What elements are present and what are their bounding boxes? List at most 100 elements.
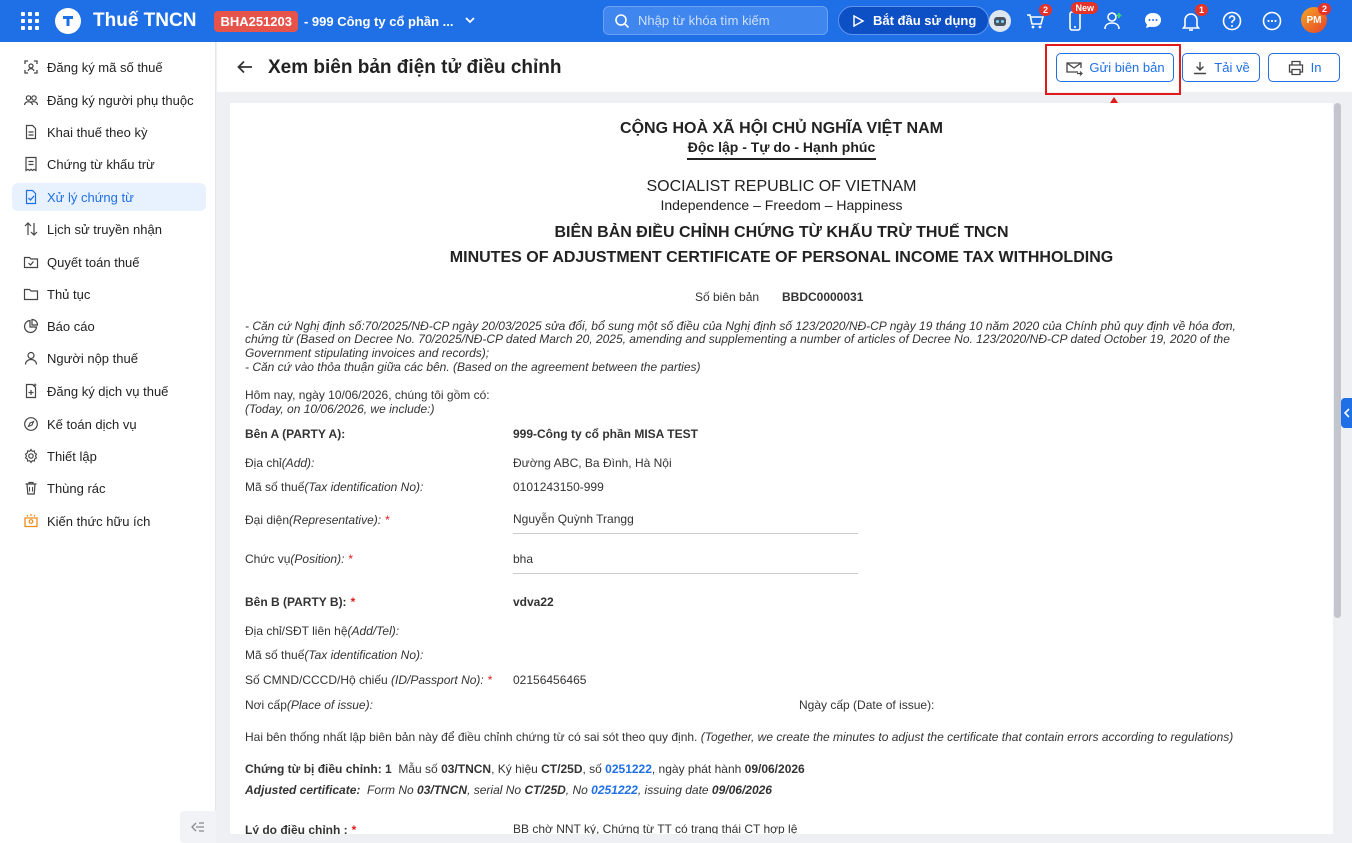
search-input[interactable] bbox=[638, 13, 818, 28]
basis-line-3: Government stipulating invoices and reco… bbox=[245, 346, 490, 360]
adjusted-certificate-vn: Chứng từ bị điều chỉnh: 1 Mẫu số 03/TNCN… bbox=[245, 762, 805, 776]
chevron-down-icon[interactable] bbox=[464, 14, 476, 29]
page-title: Xem biên bản điện tử điều chỉnh bbox=[268, 57, 562, 78]
minutes-document: CỘNG HOÀ XÃ HỘI CHỦ NGHĨA VIỆT NAM Độc l… bbox=[230, 103, 1333, 834]
receipt-icon bbox=[25, 156, 37, 172]
more-icon[interactable] bbox=[1259, 8, 1285, 34]
start-using-button[interactable]: Bắt đầu sử dụng bbox=[838, 6, 990, 35]
party-b-name: vdva22 bbox=[513, 595, 554, 609]
search-icon bbox=[615, 13, 630, 28]
expand-panel-chevron-left-icon[interactable] bbox=[1341, 398, 1352, 428]
party-b-tax-label: Mã số thuế(Tax identification No): bbox=[245, 648, 424, 662]
today-en: (Today, on 10/06/2026, we include:) bbox=[245, 402, 435, 416]
sidebar-item-register-dependents[interactable]: Đăng ký người phụ thuộc bbox=[12, 86, 206, 114]
sidebar-item-tax-finalization[interactable]: Quyết toán thuế bbox=[12, 248, 206, 276]
sidebar-item-label: Đăng ký người phụ thuộc bbox=[47, 92, 194, 108]
sidebar-item-service-accounting[interactable]: Kế toán dịch vụ bbox=[12, 410, 206, 438]
sidebar-item-label: Kiến thức hữu ích bbox=[47, 513, 151, 529]
sidebar-item-trash[interactable]: Thùng rác bbox=[12, 474, 206, 502]
sidebar-item-withholding-certificates[interactable]: Chứng từ khấu trừ bbox=[12, 150, 206, 178]
sidebar-item-process-certificates[interactable]: Xử lý chứng từ bbox=[12, 183, 206, 211]
document-icon bbox=[25, 124, 37, 140]
robot-assistant-icon[interactable] bbox=[987, 8, 1013, 34]
collapse-sidebar-icon[interactable] bbox=[180, 811, 216, 843]
sidebar-item-periodic-declaration[interactable]: Khai thuế theo kỳ bbox=[12, 118, 206, 146]
reason-label: Lý do điều chỉnh : * bbox=[245, 823, 357, 834]
search-box[interactable] bbox=[603, 6, 828, 35]
org-name[interactable]: - 999 Công ty cổ phần ... bbox=[304, 14, 454, 29]
sidebar-item-label: Báo cáo bbox=[47, 318, 95, 334]
motto-vn: Độc lập - Tự do - Hạnh phúc bbox=[230, 139, 1333, 160]
user-icon bbox=[24, 351, 38, 365]
party-a-address-label: Địa chỉ(Add): bbox=[245, 456, 315, 470]
sidebar-item-knowledge[interactable]: Kiến thức hữu ích bbox=[12, 507, 206, 535]
party-b-address-label: Địa chỉ/SĐT liên hệ(Add/Tel): bbox=[245, 624, 400, 638]
scan-icon bbox=[24, 60, 38, 74]
date-of-issue-label: Ngày cấp (Date of issue): bbox=[799, 698, 935, 712]
cart-badge: 2 bbox=[1038, 4, 1052, 16]
print-button[interactable]: In bbox=[1268, 53, 1340, 82]
party-a-rep-label: Đại diện(Representative): * bbox=[245, 513, 390, 527]
chat-icon[interactable] bbox=[1140, 8, 1166, 34]
basis-line-2: chứng từ (Based on Decree No. 70/2025/NĐ… bbox=[245, 332, 1230, 346]
representative-underline bbox=[513, 533, 858, 534]
motto-en: Independence – Freedom – Happiness bbox=[660, 197, 903, 213]
start-using-label: Bắt đầu sử dụng bbox=[873, 13, 977, 28]
sidebar-item-label: Khai thuế theo kỳ bbox=[47, 124, 148, 140]
sidebar-item-taxpayers[interactable]: Người nộp thuế bbox=[12, 344, 206, 372]
place-of-issue-label: Nơi cấp(Place of issue): bbox=[245, 698, 373, 712]
sidebar-item-register-tax-code[interactable]: Đăng ký mã số thuế bbox=[12, 53, 206, 81]
party-b-label: Bên B (PARTY B): * bbox=[245, 595, 356, 609]
pie-chart-icon bbox=[23, 318, 39, 334]
party-a-tax-code: 0101243150-999 bbox=[513, 480, 604, 494]
sidebar-item-label: Xử lý chứng từ bbox=[47, 189, 134, 205]
position-input[interactable]: bha bbox=[513, 552, 533, 566]
sidebar-item-label: Đăng ký mã số thuế bbox=[47, 59, 163, 75]
sidebar-item-label: Lịch sử truyền nhận bbox=[47, 221, 162, 237]
nation-title-vn: CỘNG HOÀ XÃ HỘI CHỦ NGHĨA VIỆT NAM bbox=[620, 120, 943, 137]
sidebar-item-register-tax-service[interactable]: Đăng ký dịch vụ thuế bbox=[12, 377, 206, 405]
app-logo-icon bbox=[55, 8, 81, 34]
new-badge: New bbox=[1071, 2, 1098, 14]
help-icon[interactable] bbox=[1219, 8, 1245, 34]
add-user-icon[interactable] bbox=[1100, 8, 1126, 34]
knowledge-icon bbox=[24, 514, 38, 528]
bell-icon[interactable]: 1 bbox=[1178, 4, 1208, 34]
avatar[interactable]: PM 2 bbox=[1301, 3, 1331, 33]
nation-title-en: SOCIALIST REPUBLIC OF VIETNAM bbox=[646, 178, 917, 195]
minutes-no-label: Số biên bản bbox=[695, 290, 760, 304]
document-check-icon bbox=[25, 189, 37, 205]
trash-icon bbox=[25, 481, 37, 495]
folder-icon bbox=[23, 288, 39, 301]
sidebar-item-procedures[interactable]: Thủ tục bbox=[12, 280, 206, 308]
download-button[interactable]: Tải về bbox=[1182, 53, 1260, 82]
sidebar-item-reports[interactable]: Báo cáo bbox=[12, 312, 206, 340]
cart-icon[interactable]: 2 bbox=[1022, 4, 1052, 34]
print-label: In bbox=[1310, 60, 1322, 75]
compass-icon bbox=[24, 417, 38, 431]
adjusted-certificate-en: Adjusted certificate: Form No 03/TNCN, s… bbox=[245, 783, 772, 797]
party-b-id-value: 02156456465 bbox=[513, 673, 587, 687]
sidebar-item-label: Quyết toán thuế bbox=[47, 254, 140, 270]
folder-check-icon bbox=[23, 256, 39, 269]
document-add-icon bbox=[25, 383, 37, 399]
download-label: Tải về bbox=[1214, 60, 1250, 75]
today-vn: Hôm nay, ngày 10/06/2026, chúng tôi gồm … bbox=[245, 388, 490, 402]
reason-value: BB chờ NNT ký, Chứng từ TT có trạng thái… bbox=[513, 822, 798, 834]
mobile-app-icon[interactable]: New bbox=[1062, 2, 1098, 34]
back-arrow-icon[interactable] bbox=[235, 57, 255, 80]
party-a-label: Bên A (PARTY A): bbox=[245, 427, 346, 441]
minutes-no-value: BBDC0000031 bbox=[782, 290, 864, 304]
app-grid-icon[interactable] bbox=[21, 12, 39, 30]
users-icon bbox=[23, 95, 39, 106]
sidebar-item-transmission-history[interactable]: Lịch sử truyền nhận bbox=[12, 215, 206, 243]
org-code-badge[interactable]: BHA251203 bbox=[214, 10, 298, 32]
document-scrollbar[interactable] bbox=[1334, 103, 1341, 618]
party-a-name: 999-Công ty cổ phần MISA TEST bbox=[513, 427, 698, 441]
sidebar-item-label: Thiết lập bbox=[47, 448, 97, 464]
representative-input[interactable]: Nguyễn Quỳnh Trangg bbox=[513, 512, 634, 526]
avatar-initials: PM bbox=[1306, 14, 1322, 26]
sidebar: Đăng ký mã số thuế Đăng ký người phụ thu… bbox=[0, 42, 216, 843]
transfer-icon bbox=[24, 222, 38, 236]
sidebar-item-settings[interactable]: Thiết lập bbox=[12, 442, 206, 470]
